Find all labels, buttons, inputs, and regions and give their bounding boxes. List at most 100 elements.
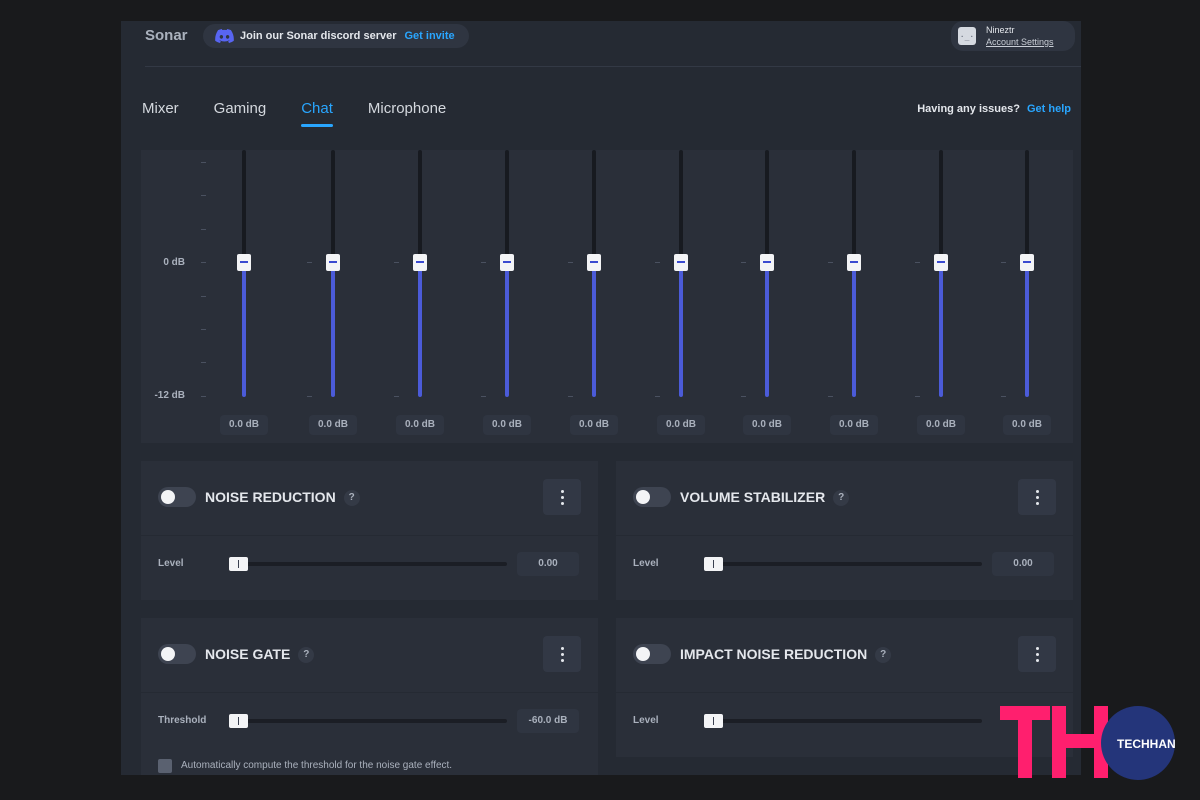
eq-band-slider[interactable] [505, 150, 509, 397]
eq-band-slider[interactable] [765, 150, 769, 397]
get-help-link[interactable]: Get help [1027, 103, 1071, 115]
eq-band-slider[interactable] [592, 150, 596, 397]
eq-band-handle[interactable] [326, 254, 340, 271]
more-options-button[interactable] [543, 479, 581, 515]
eq-band-value[interactable]: 0.0 dB [396, 415, 444, 435]
eq-band-fill [852, 262, 856, 397]
slider-handle[interactable] [229, 557, 248, 571]
eq-band-slider[interactable] [418, 150, 422, 397]
eq-band-tick [915, 396, 920, 397]
get-invite-link[interactable]: Get invite [405, 30, 455, 42]
eq-band-value[interactable]: 0.0 dB [743, 415, 791, 435]
eq-band-tick [307, 396, 312, 397]
slider-handle[interactable] [704, 714, 723, 728]
help-icon[interactable]: ? [343, 490, 360, 506]
noise-gate-toggle[interactable] [158, 644, 196, 664]
slider-handle[interactable] [704, 557, 723, 571]
techhangout-watermark: TECHHANGOUT [1000, 706, 1175, 780]
auto-threshold-label: Automatically compute the threshold for … [181, 760, 453, 771]
eq-band-fill [505, 262, 509, 397]
eq-band-value[interactable]: 0.0 dB [483, 415, 531, 435]
eq-band-value[interactable]: 0.0 dB [309, 415, 357, 435]
eq-band-handle[interactable] [413, 254, 427, 271]
eq-band-slider[interactable] [939, 150, 943, 397]
noise-reduction-value[interactable]: 0.00 [517, 552, 579, 576]
tab-gaming[interactable]: Gaming [214, 100, 267, 127]
card-title-text: NOISE REDUCTION [205, 489, 336, 505]
impact-noise-reduction-title: IMPACT NOISE REDUCTION? [680, 646, 892, 663]
volume-stabilizer-slider[interactable] [706, 562, 982, 566]
eq-band-tick [741, 396, 746, 397]
volume-stabilizer-toggle[interactable] [633, 487, 671, 507]
eq-band-fill [939, 262, 943, 397]
discord-banner-text: Join our Sonar discord server [240, 30, 397, 42]
eq-band-tick [568, 262, 573, 263]
eq-band-tick [568, 396, 573, 397]
discord-banner[interactable]: Join our Sonar discord server Get invite [203, 24, 469, 48]
auto-threshold-checkbox[interactable] [158, 759, 172, 773]
eq-band-slider[interactable] [331, 150, 335, 397]
tab-mixer[interactable]: Mixer [142, 100, 179, 127]
eq-band-tick [655, 262, 660, 263]
help-icon[interactable]: ? [298, 647, 315, 663]
eq-band-handle[interactable] [934, 254, 948, 271]
eq-band-handle[interactable] [237, 254, 251, 271]
noise-reduction-toggle[interactable] [158, 487, 196, 507]
eq-band-value[interactable]: 0.0 dB [570, 415, 618, 435]
account-settings-link[interactable]: Account Settings [986, 37, 1054, 47]
eq-band-tick [655, 396, 660, 397]
eq-band-slider[interactable] [852, 150, 856, 397]
help-icon[interactable]: ? [875, 647, 892, 663]
more-options-button[interactable] [543, 636, 581, 672]
tab-bar: Mixer Gaming Chat Microphone [142, 100, 446, 127]
eq-band-tick [307, 262, 312, 263]
eq-band-slider[interactable] [242, 150, 246, 397]
tab-microphone[interactable]: Microphone [368, 100, 446, 127]
volume-stabilizer-value[interactable]: 0.00 [992, 552, 1054, 576]
threshold-label: Threshold [158, 715, 207, 726]
noise-gate-threshold-value[interactable]: -60.0 dB [517, 709, 579, 733]
eq-band-handle[interactable] [1020, 254, 1034, 271]
eq-band-slider[interactable] [679, 150, 683, 397]
more-options-button[interactable] [1018, 636, 1056, 672]
eq-band-tick [741, 262, 746, 263]
noise-gate-threshold-slider[interactable] [231, 719, 507, 723]
volume-stabilizer-card: VOLUME STABILIZER? Level 0.00 [616, 461, 1073, 600]
account-name: Nineztr [986, 25, 1015, 35]
eq-scale-label-0db: 0 dB [163, 257, 185, 268]
slider-handle[interactable] [229, 714, 248, 728]
eq-band-handle[interactable] [847, 254, 861, 271]
card-header: IMPACT NOISE REDUCTION? [616, 618, 1073, 692]
noise-reduction-slider[interactable] [231, 562, 507, 566]
eq-band-value[interactable]: 0.0 dB [1003, 415, 1051, 435]
discord-icon [215, 29, 234, 43]
eq-band-tick [1001, 262, 1006, 263]
eq-band-tick [481, 262, 486, 263]
eq-band-handle[interactable] [500, 254, 514, 271]
eq-band-value[interactable]: 0.0 dB [830, 415, 878, 435]
watermark-text: TECHHANGOUT [1117, 737, 1175, 751]
eq-band-handle[interactable] [760, 254, 774, 271]
impact-noise-reduction-slider[interactable] [706, 719, 982, 723]
eq-band-handle[interactable] [674, 254, 688, 271]
card-divider [141, 535, 598, 536]
eq-band-handle[interactable] [587, 254, 601, 271]
noise-reduction-title: NOISE REDUCTION? [205, 489, 360, 506]
eq-scale-tick [201, 262, 206, 263]
eq-band-slider[interactable] [1025, 150, 1029, 397]
level-label: Level [633, 715, 659, 726]
eq-band-tick [1001, 396, 1006, 397]
eq-band-value[interactable]: 0.0 dB [220, 415, 268, 435]
card-divider [616, 535, 1073, 536]
more-options-button[interactable] [1018, 479, 1056, 515]
eq-band-fill [1025, 262, 1029, 397]
impact-noise-reduction-toggle[interactable] [633, 644, 671, 664]
noise-gate-card: NOISE GATE? Threshold -60.0 dB Automatic… [141, 618, 598, 775]
header-divider [145, 66, 1081, 67]
help-icon[interactable]: ? [833, 490, 850, 506]
card-header: VOLUME STABILIZER? [616, 461, 1073, 535]
account-menu[interactable]: ·_· Nineztr Account Settings [951, 21, 1075, 51]
tab-chat[interactable]: Chat [301, 100, 333, 127]
eq-band-value[interactable]: 0.0 dB [917, 415, 965, 435]
eq-band-value[interactable]: 0.0 dB [657, 415, 705, 435]
